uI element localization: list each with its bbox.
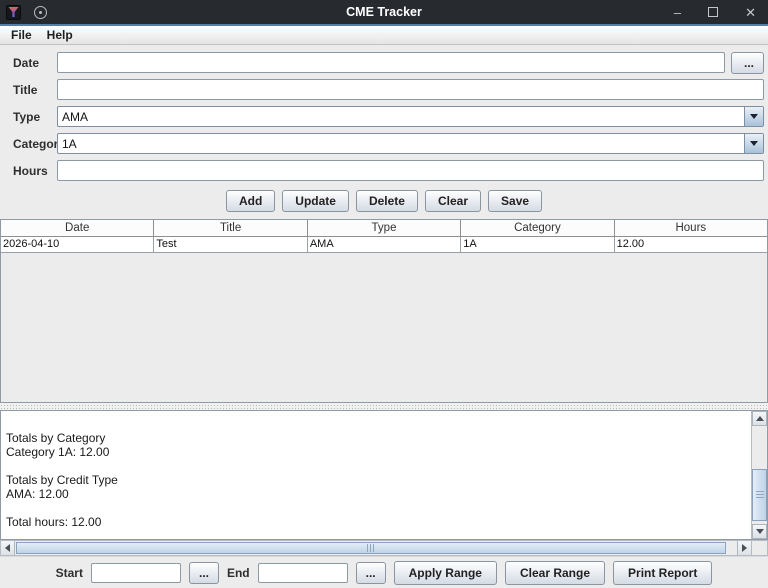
type-combobox[interactable]: AMA: [57, 106, 764, 127]
hours-row: Hours: [0, 160, 764, 181]
title-input[interactable]: [57, 79, 764, 100]
add-button[interactable]: Add: [226, 190, 275, 212]
date-input[interactable]: [57, 52, 725, 73]
category-combobox[interactable]: 1A: [57, 133, 764, 154]
apply-range-button[interactable]: Apply Range: [394, 561, 497, 585]
circle-dot-icon[interactable]: [34, 6, 47, 19]
category-row: Category 1A: [0, 133, 764, 154]
close-icon[interactable]: ✕: [745, 6, 756, 19]
triangle-down-glyph: [756, 529, 764, 534]
combo-arrow-glyph: [750, 114, 758, 119]
type-label: Type: [0, 110, 57, 124]
triangle-up-glyph: [756, 416, 764, 421]
cell-category: 1A: [461, 237, 614, 252]
date-browse-button[interactable]: ...: [731, 52, 764, 74]
horizontal-scrollbar-row: [0, 540, 768, 556]
start-label: Start: [56, 566, 83, 580]
table-empty-area: [1, 253, 767, 402]
cell-date: 2026-04-10: [1, 237, 154, 252]
start-browse-button[interactable]: ...: [189, 562, 219, 584]
menu-help[interactable]: Help: [44, 28, 76, 42]
end-browse-button[interactable]: ...: [356, 562, 386, 584]
scroll-up-icon[interactable]: [752, 411, 767, 426]
action-button-bar: Add Update Delete Clear Save: [0, 183, 768, 219]
table-header-row: Date Title Type Category Hours: [1, 220, 767, 237]
table-row[interactable]: 2026-04-10 Test AMA 1A 12.00: [1, 237, 767, 253]
end-date-input[interactable]: [258, 563, 348, 583]
vertical-scroll-track[interactable]: [752, 426, 767, 524]
title-row: Title: [0, 79, 764, 100]
chevron-down-icon[interactable]: [744, 134, 763, 153]
cell-type: AMA: [308, 237, 461, 252]
column-header-date[interactable]: Date: [1, 220, 154, 236]
title-label: Title: [0, 83, 57, 97]
start-date-input[interactable]: [91, 563, 181, 583]
type-combobox-value: AMA: [62, 110, 88, 124]
type-row: Type AMA: [0, 106, 764, 127]
scroll-left-icon[interactable]: [1, 541, 15, 555]
app-icon-glyph: [8, 7, 19, 18]
app-window: CME Tracker – ✕ File Help Date ... Title…: [0, 0, 768, 588]
app-icon: [6, 5, 21, 20]
vertical-scrollbar[interactable]: [751, 411, 767, 539]
cell-title: Test: [154, 237, 307, 252]
clear-range-button[interactable]: Clear Range: [505, 561, 605, 585]
minimize-icon[interactable]: –: [674, 6, 681, 19]
chevron-down-icon[interactable]: [744, 107, 763, 126]
triangle-right-glyph: [742, 544, 747, 552]
clear-button[interactable]: Clear: [425, 190, 481, 212]
maximize-icon[interactable]: [708, 7, 718, 17]
category-combobox-value: 1A: [62, 137, 77, 151]
scroll-right-icon[interactable]: [737, 541, 751, 555]
totals-report-text[interactable]: Totals by Category Category 1A: 12.00 To…: [1, 411, 751, 539]
menubar: File Help: [0, 26, 768, 45]
window-title: CME Tracker: [0, 5, 768, 19]
date-row: Date ...: [0, 52, 764, 73]
update-button[interactable]: Update: [282, 190, 349, 212]
horizontal-scroll-track[interactable]: [15, 541, 737, 555]
column-header-category[interactable]: Category: [461, 220, 614, 236]
combo-arrow-glyph: [750, 141, 758, 146]
horizontal-scroll-thumb[interactable]: [16, 542, 726, 554]
delete-button[interactable]: Delete: [356, 190, 418, 212]
entry-form: Date ... Title Type AMA Category 1A Hour…: [0, 45, 768, 183]
titlebar[interactable]: CME Tracker – ✕: [0, 0, 768, 24]
column-header-hours[interactable]: Hours: [615, 220, 767, 236]
horizontal-scrollbar[interactable]: [0, 540, 752, 556]
print-report-button[interactable]: Print Report: [613, 561, 712, 585]
totals-report-pane: Totals by Category Category 1A: 12.00 To…: [0, 410, 768, 540]
hours-input[interactable]: [57, 160, 764, 181]
circle-dot-inner: [39, 11, 42, 14]
hours-label: Hours: [0, 164, 57, 178]
split-divider[interactable]: [0, 403, 768, 410]
scrollbar-corner: [752, 540, 768, 556]
category-label: Category: [0, 137, 57, 151]
cell-hours: 12.00: [615, 237, 767, 252]
vertical-scroll-thumb[interactable]: [752, 469, 767, 521]
save-button[interactable]: Save: [488, 190, 542, 212]
column-header-title[interactable]: Title: [154, 220, 307, 236]
triangle-left-glyph: [5, 544, 10, 552]
window-controls: – ✕: [674, 6, 756, 19]
thumb-grip: [756, 491, 764, 499]
column-header-type[interactable]: Type: [308, 220, 461, 236]
menu-file[interactable]: File: [8, 28, 35, 42]
date-label: Date: [0, 56, 57, 70]
scroll-down-icon[interactable]: [752, 524, 767, 539]
records-table: Date Title Type Category Hours 2026-04-1…: [0, 219, 768, 403]
range-panel: Start ... End ... Apply Range Clear Rang…: [0, 556, 768, 588]
thumb-grip: [367, 544, 375, 552]
end-label: End: [227, 566, 250, 580]
